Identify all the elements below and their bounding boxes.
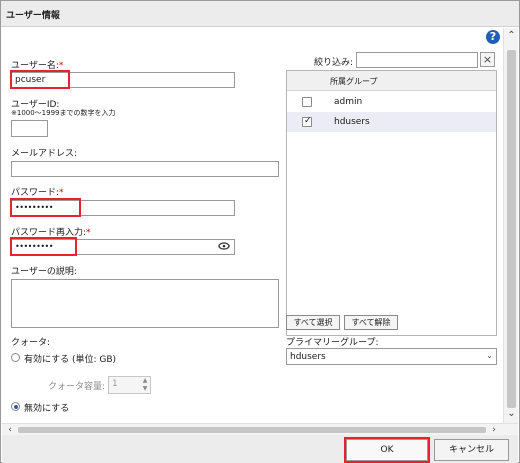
userid-input[interactable]	[11, 120, 48, 137]
vertical-scroll-thumb[interactable]	[507, 50, 516, 408]
ok-highlight	[344, 437, 430, 463]
close-icon[interactable]: ×	[480, 52, 495, 67]
chevron-down-icon: ▼	[142, 385, 148, 392]
quota-enable-radio[interactable]	[11, 353, 20, 362]
quota-enable-label: 有効にする (単位: GB)	[24, 355, 117, 365]
group-table-header: 所属グループ	[287, 71, 496, 91]
eye-icon[interactable]	[218, 241, 230, 253]
password-confirm-highlight	[10, 237, 77, 256]
quota-label: クォータ:	[11, 338, 51, 348]
horizontal-scroll-thumb[interactable]	[18, 427, 486, 433]
primary-group-select[interactable]: hdusers ⌄	[286, 348, 497, 365]
required-mark: *	[59, 188, 64, 198]
userid-hint: ※1000～1999までの数字を入力	[11, 109, 116, 117]
email-label: メールアドレス:	[11, 149, 78, 159]
description-label: ユーザーの説明:	[11, 267, 77, 277]
user-info-dialog: ユーザー情報 ? ユーザー名:* pcuser ユーザーID: ※1000～19…	[0, 0, 520, 463]
horizontal-scrollbar[interactable]: ‹ ›	[2, 423, 518, 435]
email-input[interactable]	[11, 161, 279, 177]
password-label: パスワード:*	[11, 188, 64, 198]
dialog-titlebar: ユーザー情報	[1, 1, 519, 27]
password-highlight	[10, 198, 81, 217]
vertical-scrollbar[interactable]: ⌃ ⌄	[503, 28, 518, 423]
primary-group-label: プライマリーグループ:	[286, 338, 379, 348]
dialog-footer: OK キャンセル	[2, 435, 518, 463]
group-table: 所属グループ admin hdusers	[286, 70, 497, 336]
username-highlight	[10, 70, 70, 89]
select-all-button[interactable]: すべて選択	[286, 315, 340, 330]
quota-disable-label: 無効にする	[24, 404, 70, 414]
group-checkbox-hdusers[interactable]	[302, 116, 312, 127]
group-row-hdusers[interactable]: hdusers	[287, 112, 496, 132]
chevron-down-icon[interactable]: ⌄	[506, 408, 517, 420]
filter-input[interactable]	[356, 52, 478, 68]
chevron-down-icon: ⌄	[486, 351, 493, 360]
required-mark: *	[86, 228, 91, 238]
group-name: hdusers	[334, 117, 370, 127]
primary-group-value: hdusers	[290, 352, 326, 362]
group-column-header: 所属グループ	[330, 77, 378, 86]
dialog-title: ユーザー情報	[6, 11, 60, 21]
quota-capacity-label: クォータ容量:	[48, 382, 106, 392]
help-icon[interactable]: ?	[486, 30, 500, 44]
deselect-all-button[interactable]: すべて解除	[344, 315, 398, 330]
description-textarea[interactable]	[11, 279, 279, 328]
dialog-content: ? ユーザー名:* pcuser ユーザーID: ※1000～1999までの数字…	[2, 28, 518, 423]
cancel-button[interactable]: キャンセル	[434, 439, 509, 461]
quota-capacity-value: 1	[112, 379, 118, 389]
group-checkbox-admin[interactable]	[302, 97, 312, 107]
chevron-up-icon: ▲	[142, 377, 148, 384]
group-name: admin	[334, 97, 363, 107]
filter-label: 絞り込み:	[314, 58, 354, 68]
chevron-up-icon[interactable]: ⌃	[506, 30, 517, 42]
quota-disable-radio[interactable]	[11, 402, 20, 411]
group-row-admin[interactable]: admin	[287, 92, 496, 112]
